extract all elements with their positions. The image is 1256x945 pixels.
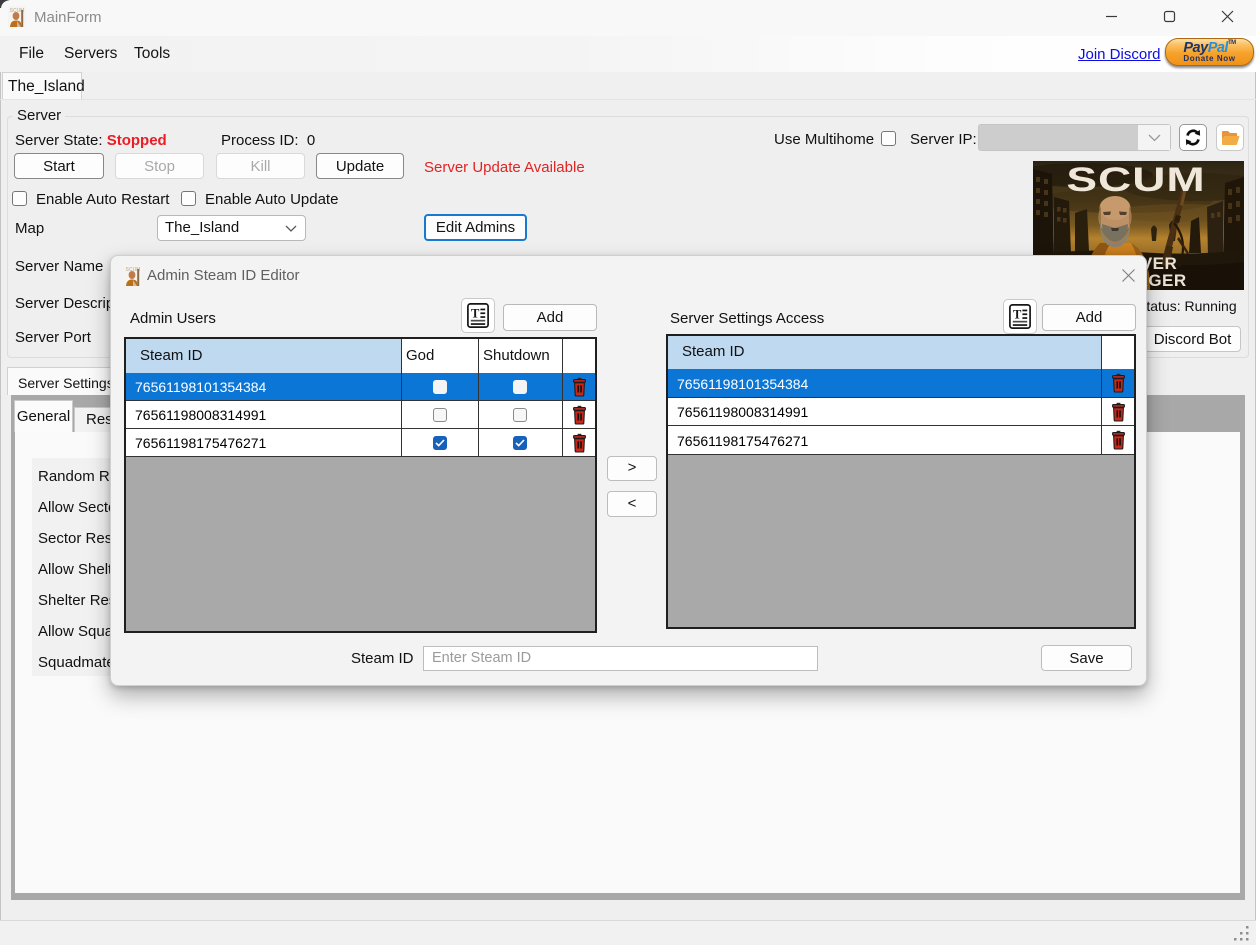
svg-text:SCUM: SCUM [1066,161,1205,199]
svg-text:T: T [1013,308,1022,322]
svg-text:T: T [471,307,480,321]
